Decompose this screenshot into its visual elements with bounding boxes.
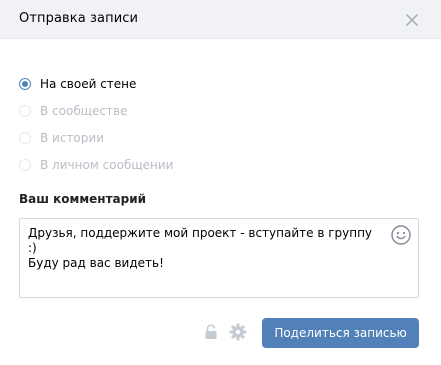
comment-label: Ваш комментарий <box>19 192 147 206</box>
radio-button[interactable] <box>19 132 31 144</box>
radio-story[interactable]: В истории <box>19 129 319 147</box>
radio-button[interactable] <box>19 105 31 117</box>
share-post-button[interactable]: Поделиться записью <box>262 318 419 348</box>
radio-button-checked[interactable] <box>19 78 31 90</box>
radio-label-community: В сообществе <box>40 104 128 118</box>
radio-label-story: В истории <box>40 131 104 145</box>
radio-button[interactable] <box>19 159 31 171</box>
lock-icon[interactable] <box>204 324 218 340</box>
dialog-title: Отправка записи <box>19 11 139 26</box>
dialog-header: Отправка записи <box>0 0 441 39</box>
smiley-icon[interactable] <box>390 224 412 246</box>
radio-community[interactable]: В сообществе <box>19 102 319 120</box>
gear-icon[interactable] <box>229 323 247 341</box>
radio-own-wall[interactable]: На своей стене <box>19 75 319 93</box>
comment-textarea[interactable]: Друзья, поддержите мой проект - вступайт… <box>19 218 419 298</box>
radio-label-private-message: В личном сообщении <box>40 158 174 172</box>
radio-label-own-wall: На своей стене <box>40 77 137 91</box>
close-icon[interactable] <box>402 10 422 30</box>
radio-private-message[interactable]: В личном сообщении <box>19 156 319 174</box>
